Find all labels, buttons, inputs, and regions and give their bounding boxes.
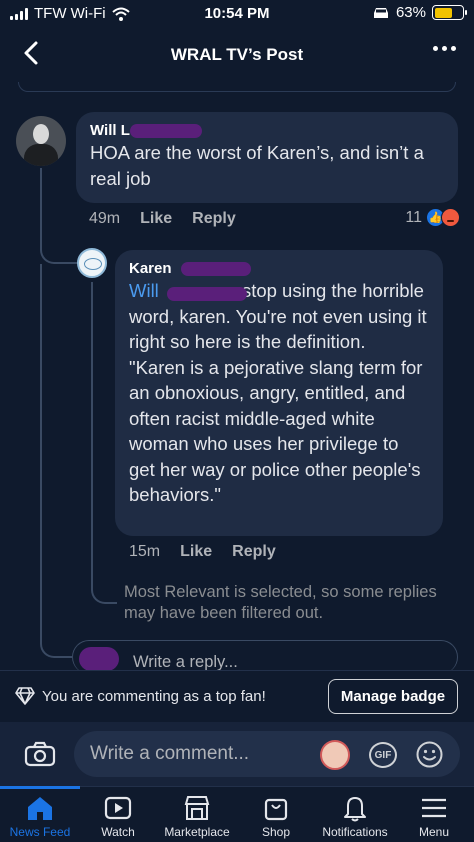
tab-label: Marketplace bbox=[164, 825, 230, 839]
comment-input[interactable]: Write a comment... GIF bbox=[74, 731, 460, 777]
reply-quote: "Karen is a pejorative slang term for an… bbox=[129, 356, 423, 506]
hamburger-icon bbox=[422, 798, 446, 818]
avatar[interactable] bbox=[16, 116, 66, 166]
diamond-icon bbox=[15, 687, 35, 705]
thread-line bbox=[40, 264, 72, 658]
mention-link[interactable]: Will bbox=[129, 280, 247, 301]
tab-shop[interactable]: Shop bbox=[236, 787, 316, 842]
comment-time: 49m bbox=[89, 210, 121, 227]
reply-button[interactable]: Reply bbox=[232, 543, 276, 561]
tab-label: Notifications bbox=[322, 825, 388, 839]
tab-label: Menu bbox=[418, 825, 450, 839]
bell-icon bbox=[344, 797, 366, 822]
redaction-scribble bbox=[130, 124, 202, 138]
previous-comment-edge bbox=[18, 82, 456, 92]
bag-icon bbox=[264, 798, 288, 821]
status-right: 63% bbox=[372, 4, 467, 21]
tab-label: Watch bbox=[101, 825, 135, 839]
status-bar: TFW Wi-Fi 10:54 PM 63% bbox=[0, 0, 474, 28]
gif-button[interactable]: GIF bbox=[369, 742, 397, 768]
home-icon bbox=[28, 797, 52, 820]
comment-author[interactable]: Will L bbox=[90, 122, 202, 139]
reply-input[interactable]: Write a reply... bbox=[72, 640, 458, 674]
redaction-scribble bbox=[79, 647, 119, 671]
redaction-scribble bbox=[181, 262, 251, 276]
reaction-summary[interactable]: 11 👍 bbox=[405, 208, 460, 227]
redaction-scribble bbox=[167, 287, 247, 301]
comment-placeholder: Write a comment... bbox=[90, 743, 250, 764]
top-fan-bar: You are commenting as a top fan! Manage … bbox=[0, 670, 474, 722]
reply-text: Will stop using the horrible word, karen… bbox=[129, 278, 429, 508]
comment-composer: Write a comment... GIF bbox=[0, 722, 474, 786]
reply-bubble: Karen Will stop using the horrible word,… bbox=[115, 250, 443, 536]
reaction-count: 11 bbox=[405, 208, 422, 226]
tab-notifications[interactable]: Notifications bbox=[315, 787, 395, 842]
tab-news-feed[interactable]: News Feed bbox=[0, 786, 80, 842]
comment-text: HOA are the worst of Karen’s, and isn’t … bbox=[90, 142, 424, 189]
car-icon bbox=[373, 7, 388, 18]
tab-label: News Feed bbox=[9, 825, 71, 839]
camera-icon[interactable] bbox=[24, 741, 56, 767]
more-dots-icon[interactable] bbox=[433, 46, 456, 51]
thread-line bbox=[40, 168, 80, 264]
top-fan-message: You are commenting as a top fan! bbox=[42, 688, 266, 705]
manage-badge-button[interactable]: Manage badge bbox=[328, 679, 458, 714]
tab-menu[interactable]: Menu bbox=[394, 787, 474, 842]
like-button[interactable]: Like bbox=[180, 543, 212, 561]
comment-bubble: Will L HOA are the worst of Karen’s, and… bbox=[76, 112, 458, 203]
reply-actions: 15m Like Reply bbox=[129, 543, 276, 561]
thread-line bbox=[91, 282, 117, 604]
reply-author[interactable]: Karen bbox=[129, 260, 251, 277]
play-icon bbox=[104, 796, 132, 820]
comment-actions: 49m Like Reply bbox=[89, 210, 236, 228]
filter-notice: Most Relevant is selected, so some repli… bbox=[124, 583, 437, 622]
like-button[interactable]: Like bbox=[140, 210, 172, 228]
tab-watch[interactable]: Watch bbox=[78, 787, 158, 842]
angry-icon bbox=[441, 208, 460, 227]
tab-bar: News Feed Watch Marketplace Shop Notific… bbox=[0, 786, 474, 842]
tab-label: Shop bbox=[261, 825, 291, 839]
tab-marketplace[interactable]: Marketplace bbox=[157, 787, 237, 842]
reply-time: 15m bbox=[129, 543, 161, 560]
smiley-icon[interactable] bbox=[415, 740, 444, 769]
battery-percent: 63% bbox=[395, 4, 426, 21]
post-header: WRAL TV’s Post bbox=[0, 28, 474, 80]
store-icon bbox=[184, 796, 210, 820]
avatar[interactable] bbox=[320, 740, 350, 770]
avatar[interactable] bbox=[77, 248, 107, 278]
reply-button[interactable]: Reply bbox=[192, 210, 236, 228]
page-title: WRAL TV’s Post bbox=[170, 45, 304, 64]
battery-icon bbox=[432, 5, 467, 20]
battery-fill bbox=[434, 7, 452, 18]
